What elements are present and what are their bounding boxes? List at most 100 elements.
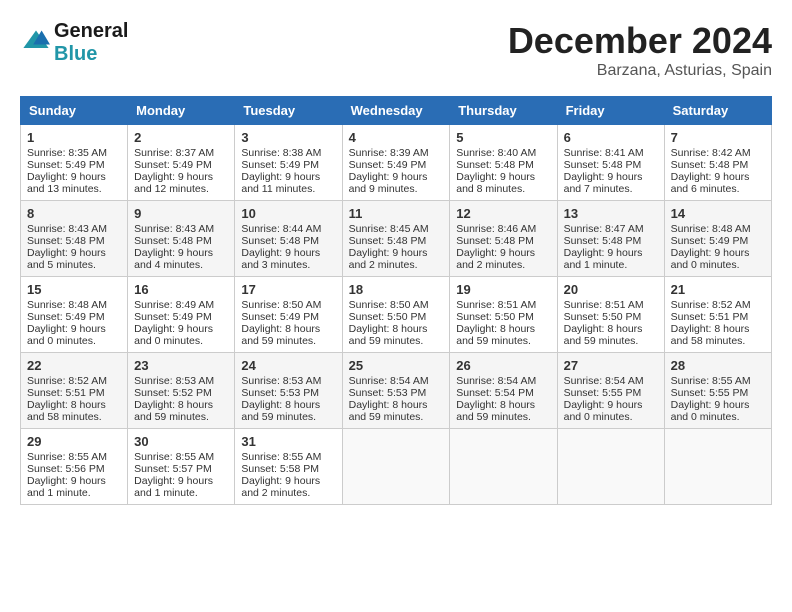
day-info: Sunrise: 8:39 AM	[349, 147, 444, 159]
col-header-monday: Monday	[128, 97, 235, 125]
calendar-cell: 30Sunrise: 8:55 AMSunset: 5:57 PMDayligh…	[128, 429, 235, 505]
day-number: 16	[134, 282, 228, 297]
day-number: 19	[456, 282, 550, 297]
calendar-week-2: 8Sunrise: 8:43 AMSunset: 5:48 PMDaylight…	[21, 201, 772, 277]
day-info: Sunrise: 8:48 AM	[27, 299, 121, 311]
day-number: 26	[456, 358, 550, 373]
day-info: Daylight: 9 hours and 5 minutes.	[27, 247, 121, 271]
calendar-cell: 19Sunrise: 8:51 AMSunset: 5:50 PMDayligh…	[450, 277, 557, 353]
day-info: Daylight: 9 hours and 13 minutes.	[27, 171, 121, 195]
day-number: 28	[671, 358, 765, 373]
day-number: 18	[349, 282, 444, 297]
col-header-saturday: Saturday	[664, 97, 771, 125]
calendar-header-row: SundayMondayTuesdayWednesdayThursdayFrid…	[21, 97, 772, 125]
day-info: Sunset: 5:51 PM	[27, 387, 121, 399]
day-info: Sunset: 5:48 PM	[564, 159, 658, 171]
day-info: Sunrise: 8:47 AM	[564, 223, 658, 235]
day-number: 27	[564, 358, 658, 373]
day-number: 25	[349, 358, 444, 373]
day-info: Sunrise: 8:46 AM	[456, 223, 550, 235]
day-info: Daylight: 9 hours and 0 minutes.	[134, 323, 228, 347]
logo-icon	[22, 27, 50, 55]
calendar-cell: 7Sunrise: 8:42 AMSunset: 5:48 PMDaylight…	[664, 125, 771, 201]
day-info: Sunrise: 8:50 AM	[349, 299, 444, 311]
day-info: Sunrise: 8:53 AM	[241, 375, 335, 387]
title-block: December 2024 Barzana, Asturias, Spain	[508, 20, 772, 80]
calendar-cell: 13Sunrise: 8:47 AMSunset: 5:48 PMDayligh…	[557, 201, 664, 277]
day-info: Daylight: 9 hours and 0 minutes.	[671, 247, 765, 271]
day-info: Sunrise: 8:38 AM	[241, 147, 335, 159]
day-info: Sunrise: 8:44 AM	[241, 223, 335, 235]
day-info: Sunrise: 8:51 AM	[564, 299, 658, 311]
day-info: Daylight: 9 hours and 7 minutes.	[564, 171, 658, 195]
day-info: Sunset: 5:49 PM	[134, 311, 228, 323]
day-number: 3	[241, 130, 335, 145]
calendar-cell: 6Sunrise: 8:41 AMSunset: 5:48 PMDaylight…	[557, 125, 664, 201]
day-info: Sunrise: 8:35 AM	[27, 147, 121, 159]
calendar-cell: 4Sunrise: 8:39 AMSunset: 5:49 PMDaylight…	[342, 125, 450, 201]
day-info: Sunset: 5:50 PM	[564, 311, 658, 323]
calendar-body: 1Sunrise: 8:35 AMSunset: 5:49 PMDaylight…	[21, 125, 772, 505]
day-info: Sunrise: 8:48 AM	[671, 223, 765, 235]
day-info: Daylight: 9 hours and 1 minute.	[564, 247, 658, 271]
day-number: 11	[349, 206, 444, 221]
col-header-wednesday: Wednesday	[342, 97, 450, 125]
day-info: Sunset: 5:48 PM	[134, 235, 228, 247]
day-info: Daylight: 9 hours and 9 minutes.	[349, 171, 444, 195]
day-info: Daylight: 9 hours and 1 minute.	[134, 475, 228, 499]
day-number: 4	[349, 130, 444, 145]
day-info: Daylight: 9 hours and 0 minutes.	[27, 323, 121, 347]
calendar-cell	[664, 429, 771, 505]
day-number: 7	[671, 130, 765, 145]
calendar-cell	[450, 429, 557, 505]
calendar-cell: 29Sunrise: 8:55 AMSunset: 5:56 PMDayligh…	[21, 429, 128, 505]
calendar-cell: 5Sunrise: 8:40 AMSunset: 5:48 PMDaylight…	[450, 125, 557, 201]
day-number: 14	[671, 206, 765, 221]
day-number: 31	[241, 434, 335, 449]
day-info: Sunset: 5:55 PM	[564, 387, 658, 399]
day-info: Sunrise: 8:55 AM	[241, 451, 335, 463]
calendar-cell: 10 Sunrise: 8:44 AMSunset: 5:48 PMDayligh…	[235, 201, 342, 277]
calendar-cell: 9Sunrise: 8:43 AMSunset: 5:48 PMDaylight…	[128, 201, 235, 277]
day-info: Sunset: 5:57 PM	[134, 463, 228, 475]
day-info: Sunset: 5:50 PM	[349, 311, 444, 323]
col-header-tuesday: Tuesday	[235, 97, 342, 125]
day-info: Daylight: 8 hours and 59 minutes.	[349, 323, 444, 347]
day-info: Sunrise: 8:50 AM	[241, 299, 335, 311]
calendar-cell: 2Sunrise: 8:37 AMSunset: 5:49 PMDaylight…	[128, 125, 235, 201]
day-info: Sunset: 5:49 PM	[241, 159, 335, 171]
day-info: Sunrise: 8:55 AM	[27, 451, 121, 463]
calendar-cell	[557, 429, 664, 505]
day-number: 30	[134, 434, 228, 449]
day-info: Daylight: 9 hours and 8 minutes.	[456, 171, 550, 195]
day-info: Daylight: 8 hours and 59 minutes.	[134, 399, 228, 423]
calendar-week-4: 22Sunrise: 8:52 AMSunset: 5:51 PMDayligh…	[21, 353, 772, 429]
day-info: Sunset: 5:49 PM	[134, 159, 228, 171]
day-info: Sunset: 5:48 PM	[671, 159, 765, 171]
calendar-cell: 3 Sunrise: 8:38 AMSunset: 5:49 PMDaylight…	[235, 125, 342, 201]
col-header-thursday: Thursday	[450, 97, 557, 125]
day-info: Sunset: 5:49 PM	[671, 235, 765, 247]
day-info: Sunset: 5:54 PM	[456, 387, 550, 399]
day-info: Daylight: 8 hours and 58 minutes.	[671, 323, 765, 347]
day-info: Sunrise: 8:43 AM	[27, 223, 121, 235]
col-header-sunday: Sunday	[21, 97, 128, 125]
day-number: 21	[671, 282, 765, 297]
calendar-cell: 18 Sunrise: 8:50 AMSunset: 5:50 PMDayligh…	[342, 277, 450, 353]
day-info: Sunrise: 8:52 AM	[671, 299, 765, 311]
day-info: Daylight: 9 hours and 0 minutes.	[671, 399, 765, 423]
day-number: 10	[241, 206, 335, 221]
day-info: Sunrise: 8:55 AM	[671, 375, 765, 387]
day-info: Sunrise: 8:49 AM	[134, 299, 228, 311]
day-info: Sunset: 5:48 PM	[241, 235, 335, 247]
calendar-cell: 16 Sunrise: 8:49 AMSunset: 5:49 PMDayligh…	[128, 277, 235, 353]
day-number: 20	[564, 282, 658, 297]
day-info: Daylight: 9 hours and 3 minutes.	[241, 247, 335, 271]
day-info: Daylight: 9 hours and 11 minutes.	[241, 171, 335, 195]
day-info: Sunrise: 8:41 AM	[564, 147, 658, 159]
calendar-table: SundayMondayTuesdayWednesdayThursdayFrid…	[20, 96, 772, 505]
calendar-cell: 22Sunrise: 8:52 AMSunset: 5:51 PMDayligh…	[21, 353, 128, 429]
day-number: 24	[241, 358, 335, 373]
day-info: Sunrise: 8:40 AM	[456, 147, 550, 159]
day-info: Sunset: 5:50 PM	[456, 311, 550, 323]
